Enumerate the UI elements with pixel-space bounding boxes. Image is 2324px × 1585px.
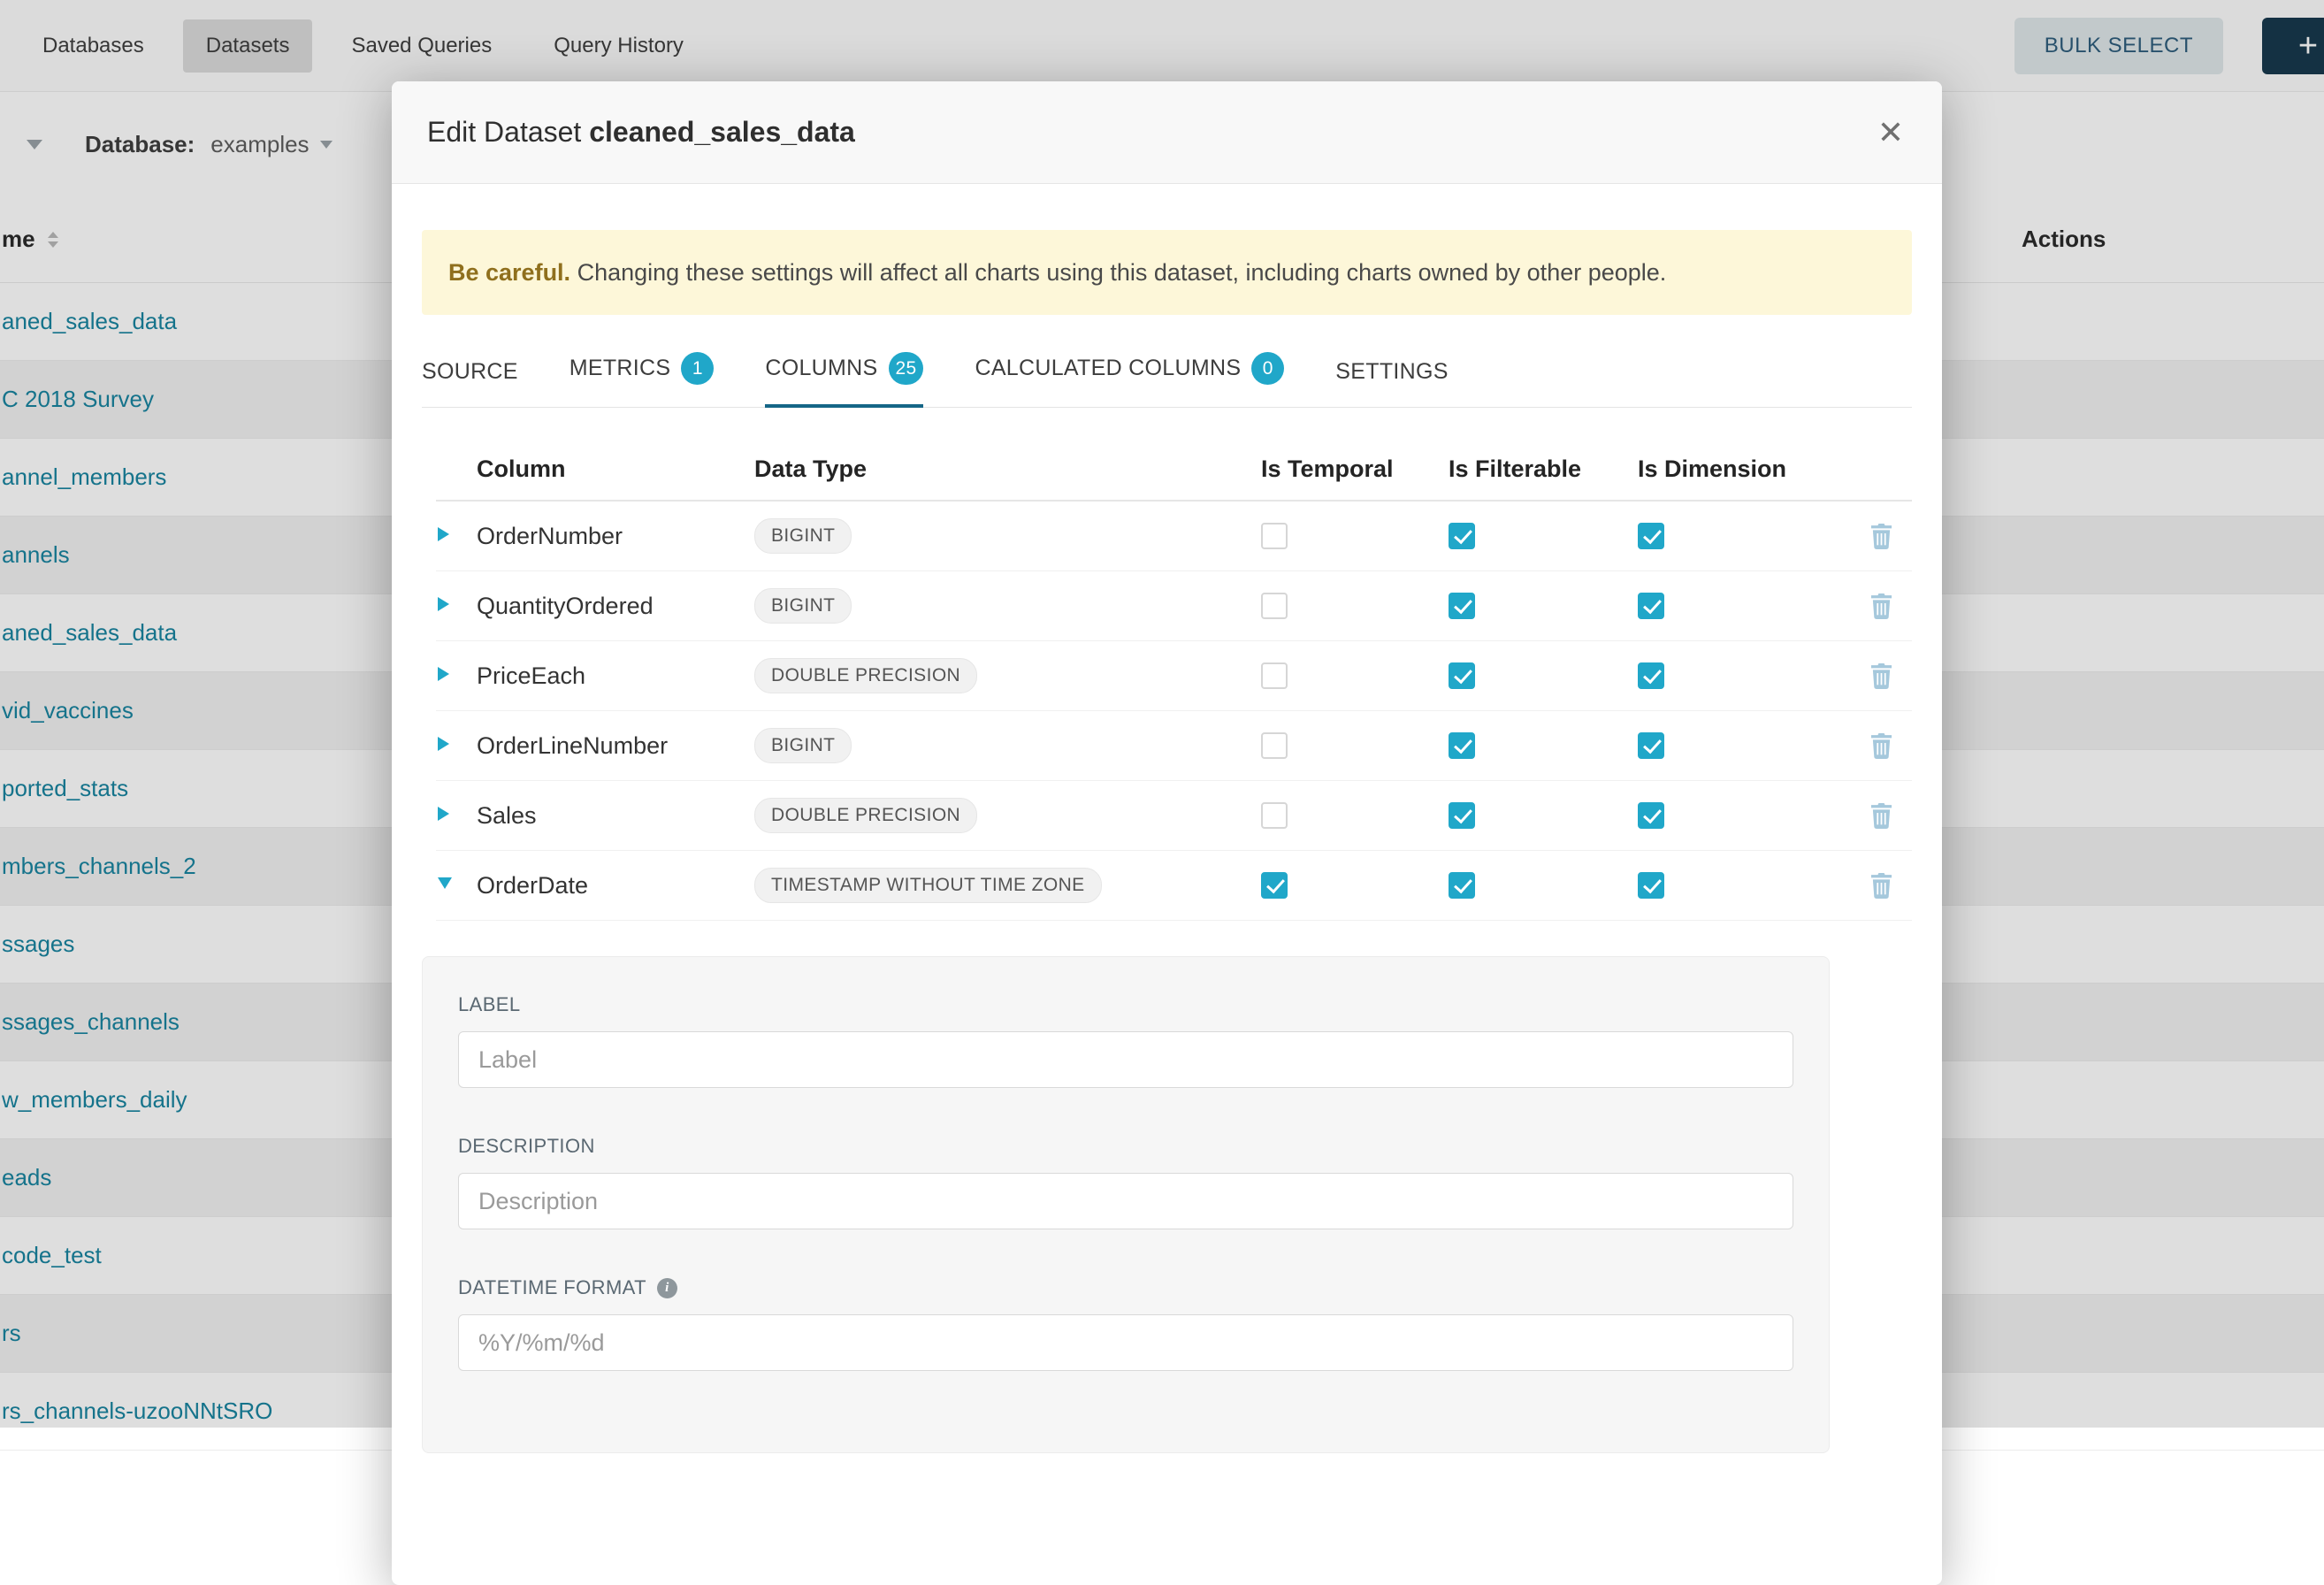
delete-column-button[interactable] <box>1869 803 1893 829</box>
trash-icon <box>1869 803 1893 829</box>
close-icon[interactable]: ✕ <box>1869 111 1912 154</box>
info-icon[interactable]: i <box>657 1278 677 1298</box>
is-temporal-checkbox[interactable] <box>1261 662 1288 689</box>
delete-column-button[interactable] <box>1869 524 1893 549</box>
is-dimension-checkbox[interactable] <box>1638 523 1664 549</box>
is-temporal-checkbox[interactable] <box>1261 523 1288 549</box>
trash-icon <box>1869 524 1893 549</box>
datetime-format-field-label: DATETIME FORMAT i <box>458 1275 1793 1300</box>
trash-icon <box>1869 593 1893 619</box>
modal-tabs: SOURCE METRICS 1 COLUMNS 25 CALCULATED C… <box>422 352 1912 408</box>
is-temporal-header: Is Temporal <box>1261 456 1449 483</box>
tab-columns-label: COLUMNS <box>765 356 877 381</box>
is-filterable-checkbox[interactable] <box>1449 802 1475 829</box>
description-field-label: DESCRIPTION <box>458 1134 1793 1159</box>
data-type-pill: BIGINT <box>754 518 852 554</box>
column-name: Sales <box>477 802 754 830</box>
column-row: OrderDate TIMESTAMP WITHOUT TIME ZONE <box>436 851 1912 921</box>
is-filterable-checkbox[interactable] <box>1449 732 1475 759</box>
modal-title-dataset-name: cleaned_sales_data <box>589 116 855 148</box>
column-name: OrderNumber <box>477 523 754 550</box>
label-field-label: LABEL <box>458 992 1793 1017</box>
tab-settings-label: SETTINGS <box>1335 359 1448 385</box>
trash-icon <box>1869 733 1893 759</box>
is-dimension-checkbox[interactable] <box>1638 662 1664 689</box>
tab-calculated-columns[interactable]: CALCULATED COLUMNS 0 <box>975 352 1284 408</box>
is-dimension-header: Is Dimension <box>1638 456 1850 483</box>
delete-column-button[interactable] <box>1869 873 1893 899</box>
label-input[interactable] <box>458 1031 1793 1088</box>
expand-caret-icon[interactable] <box>438 807 449 821</box>
tab-metrics-label: METRICS <box>570 356 671 381</box>
column-row: Sales DOUBLE PRECISION <box>436 781 1912 851</box>
column-name: PriceEach <box>477 662 754 690</box>
column-name: QuantityOrdered <box>477 593 754 620</box>
column-row: PriceEach DOUBLE PRECISION <box>436 641 1912 711</box>
is-dimension-checkbox[interactable] <box>1638 872 1664 899</box>
column-name: OrderLineNumber <box>477 732 754 760</box>
expand-caret-icon[interactable] <box>438 667 449 681</box>
modal-title: Edit Dataset cleaned_sales_data <box>427 116 855 149</box>
tab-source-label: SOURCE <box>422 359 518 385</box>
columns-count-badge: 25 <box>889 352 924 385</box>
edit-dataset-modal: Edit Dataset cleaned_sales_data ✕ Be car… <box>392 81 1942 1585</box>
tab-settings[interactable]: SETTINGS <box>1335 359 1448 408</box>
label-field-group: LABEL <box>458 992 1793 1088</box>
expand-caret-icon[interactable] <box>438 527 449 541</box>
calculated-columns-count-badge: 0 <box>1251 352 1284 385</box>
is-filterable-checkbox[interactable] <box>1449 662 1475 689</box>
delete-column-button[interactable] <box>1869 663 1893 689</box>
trash-icon <box>1869 663 1893 689</box>
datetime-format-input[interactable] <box>458 1314 1793 1371</box>
data-type-pill: BIGINT <box>754 728 852 763</box>
modal-header: Edit Dataset cleaned_sales_data ✕ <box>392 81 1942 184</box>
tab-columns[interactable]: COLUMNS 25 <box>765 352 923 408</box>
metrics-count-badge: 1 <box>681 352 714 385</box>
delete-column-button[interactable] <box>1869 593 1893 619</box>
data-type-pill: TIMESTAMP WITHOUT TIME ZONE <box>754 868 1102 903</box>
expand-caret-icon[interactable] <box>438 737 449 751</box>
is-temporal-checkbox[interactable] <box>1261 732 1288 759</box>
is-filterable-checkbox[interactable] <box>1449 523 1475 549</box>
columns-table: Column Data Type Is Temporal Is Filterab… <box>436 438 1912 921</box>
column-row: OrderLineNumber BIGINT <box>436 711 1912 781</box>
delete-column-button[interactable] <box>1869 733 1893 759</box>
data-type-pill: BIGINT <box>754 588 852 624</box>
description-field-group: DESCRIPTION <box>458 1134 1793 1229</box>
tab-metrics[interactable]: METRICS 1 <box>570 352 715 408</box>
warning-banner-text: Changing these settings will affect all … <box>570 259 1666 286</box>
column-row: OrderNumber BIGINT <box>436 502 1912 571</box>
is-temporal-checkbox[interactable] <box>1261 872 1288 899</box>
is-filterable-checkbox[interactable] <box>1449 593 1475 619</box>
column-header: Column <box>477 456 754 483</box>
column-detail-panel: LABEL DESCRIPTION DATETIME FORMAT i <box>422 956 1830 1453</box>
modal-title-prefix: Edit Dataset <box>427 116 581 148</box>
description-input[interactable] <box>458 1173 1793 1229</box>
is-dimension-checkbox[interactable] <box>1638 802 1664 829</box>
data-type-pill: DOUBLE PRECISION <box>754 658 977 693</box>
tab-source[interactable]: SOURCE <box>422 359 518 408</box>
datetime-format-field-group: DATETIME FORMAT i <box>458 1275 1793 1371</box>
column-row: QuantityOrdered BIGINT <box>436 571 1912 641</box>
expand-caret-icon[interactable] <box>438 597 449 611</box>
trash-icon <box>1869 873 1893 899</box>
is-filterable-checkbox[interactable] <box>1449 872 1475 899</box>
is-dimension-checkbox[interactable] <box>1638 732 1664 759</box>
columns-table-body: OrderNumber BIGINT QuantityOrdered BIGIN… <box>436 502 1912 921</box>
is-dimension-checkbox[interactable] <box>1638 593 1664 619</box>
data-type-header: Data Type <box>754 456 1261 483</box>
is-temporal-checkbox[interactable] <box>1261 802 1288 829</box>
tab-calculated-columns-label: CALCULATED COLUMNS <box>975 356 1241 381</box>
modal-body: Be careful. Changing these settings will… <box>392 184 1942 1453</box>
column-name: OrderDate <box>477 872 754 900</box>
columns-table-header: Column Data Type Is Temporal Is Filterab… <box>436 438 1912 502</box>
data-type-pill: DOUBLE PRECISION <box>754 798 977 833</box>
is-filterable-header: Is Filterable <box>1449 456 1638 483</box>
is-temporal-checkbox[interactable] <box>1261 593 1288 619</box>
warning-banner: Be careful. Changing these settings will… <box>422 230 1912 315</box>
warning-banner-bold: Be careful. <box>448 259 570 286</box>
collapse-caret-icon[interactable] <box>438 877 452 889</box>
